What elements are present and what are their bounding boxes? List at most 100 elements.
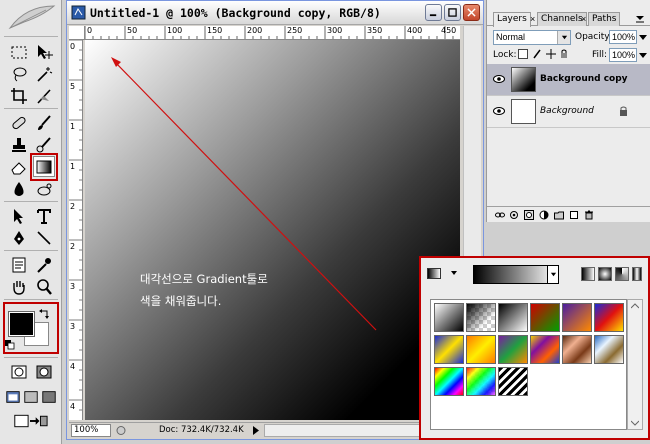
gradient-preset-yellow-violet-orange-blue[interactable]	[530, 335, 560, 364]
layer-row-background-copy[interactable]: Background copy	[487, 64, 650, 96]
gradient-preset-spectrum[interactable]	[434, 367, 464, 396]
gradient-preset-black-white-2[interactable]	[498, 303, 528, 332]
move-tool-icon[interactable]	[33, 41, 55, 62]
maximize-button[interactable]	[444, 4, 461, 21]
document-titlebar[interactable]: Untitled-1 @ 100% (Background copy, RGB/…	[67, 1, 483, 25]
gradient-preset-checker-fade[interactable]	[466, 303, 496, 332]
type-tool-icon[interactable]	[33, 205, 55, 226]
full-screen-menu-mode-icon[interactable]	[23, 386, 39, 407]
scroll-up-icon[interactable]	[631, 303, 639, 309]
pen-tool-icon[interactable]	[8, 227, 30, 248]
gradient-preset-black-white[interactable]	[434, 303, 464, 332]
link-layers-icon[interactable]	[495, 210, 505, 220]
gradient-preset-red-green[interactable]	[530, 303, 560, 332]
ruler-label: 4	[70, 402, 76, 411]
brush-tool-icon[interactable]	[33, 112, 55, 133]
eyedropper-tool-icon[interactable]	[33, 254, 55, 275]
gradient-preset-orange-yellow-orange[interactable]	[466, 335, 496, 364]
opacity-input[interactable]: 100%	[609, 30, 637, 44]
vertical-ruler[interactable]: 0 5 1 1 2 2 3 3 4 4	[69, 40, 83, 420]
ruler-origin[interactable]	[69, 26, 85, 40]
status-arrow-icon[interactable]	[252, 425, 260, 436]
marquee-tool-icon[interactable]	[8, 41, 30, 62]
tab-channels[interactable]: Channels	[537, 12, 587, 26]
horizontal-ruler[interactable]: 0 50 100 150 200 250 300 350 400 450	[85, 26, 460, 40]
magic-wand-tool-icon[interactable]	[33, 63, 55, 84]
panel-tabs: Layers × Channels × Paths	[487, 10, 650, 27]
visibility-eye-icon[interactable]	[493, 106, 505, 116]
lasso-tool-icon[interactable]	[8, 63, 30, 84]
fill-input[interactable]: 100%	[609, 48, 637, 62]
visibility-eye-icon[interactable]	[493, 74, 505, 84]
opacity-slider-icon[interactable]	[639, 33, 647, 41]
crop-tool-icon[interactable]	[8, 85, 30, 106]
gradient-dropdown-button[interactable]	[547, 265, 559, 284]
layer-mask-icon[interactable]	[524, 210, 534, 220]
blend-mode-select[interactable]: Normal	[493, 30, 571, 45]
dodge-tool-icon[interactable]	[33, 178, 55, 199]
gradient-preset-chrome[interactable]	[594, 335, 624, 364]
gradient-preset-violet-orange[interactable]	[562, 303, 592, 332]
toolbox-divider	[4, 201, 58, 202]
lock-all-icon[interactable]	[559, 49, 569, 59]
fill-slider-icon[interactable]	[639, 51, 647, 59]
status-menu-icon[interactable]	[115, 425, 127, 436]
tab-paths[interactable]: Paths	[588, 12, 621, 26]
tab-close-icon[interactable]: ×	[530, 14, 535, 24]
lock-transparency-icon[interactable]	[518, 49, 528, 59]
minimize-icon	[429, 14, 437, 17]
gradient-editor-bar[interactable]	[473, 265, 557, 284]
gradient-preset-blue-yellow-blue[interactable]	[434, 335, 464, 364]
history-brush-tool-icon[interactable]	[33, 134, 55, 155]
gradient-preset-transparent-rainbow[interactable]	[466, 367, 496, 396]
hand-tool-icon[interactable]	[8, 276, 30, 297]
zoom-level-field[interactable]: 100%	[71, 424, 111, 437]
path-selection-tool-icon[interactable]	[8, 205, 30, 226]
eraser-tool-icon[interactable]	[8, 156, 30, 177]
standard-screen-mode-icon[interactable]	[5, 386, 21, 407]
blur-tool-icon[interactable]	[8, 178, 30, 199]
slice-tool-icon[interactable]	[33, 85, 55, 106]
ruler-label: 3	[70, 322, 76, 331]
notes-tool-icon[interactable]	[8, 254, 30, 275]
zoom-tool-icon[interactable]	[33, 276, 55, 297]
image-canvas[interactable]	[85, 40, 460, 420]
feather-logo-icon[interactable]	[6, 2, 58, 32]
quick-mask-mode-icon[interactable]	[33, 361, 55, 382]
presets-scrollbar[interactable]	[627, 299, 643, 430]
linear-gradient-type-icon[interactable]	[581, 267, 595, 281]
lock-label: Lock:	[493, 50, 517, 60]
tab-close-icon[interactable]: ×	[581, 14, 586, 24]
gradient-preset-violet-green-orange[interactable]	[498, 335, 528, 364]
gradient-preset-transparent-stripes[interactable]	[498, 367, 528, 396]
full-screen-mode-icon[interactable]	[41, 386, 57, 407]
gradient-preset-copper[interactable]	[562, 335, 592, 364]
adjustment-layer-icon[interactable]	[539, 210, 549, 220]
reflected-gradient-type-icon[interactable]	[632, 267, 642, 281]
ruler-label: 2	[70, 242, 76, 251]
lock-position-icon[interactable]	[546, 49, 556, 59]
radial-gradient-type-icon[interactable]	[598, 267, 612, 281]
standard-mode-icon[interactable]	[8, 361, 30, 382]
line-tool-icon[interactable]	[33, 227, 55, 248]
new-layer-icon[interactable]	[569, 210, 579, 220]
healing-brush-tool-icon[interactable]	[8, 112, 30, 133]
delete-layer-icon[interactable]	[584, 210, 594, 220]
gradient-preset-blue-red-yellow[interactable]	[594, 303, 624, 332]
angle-gradient-type-icon[interactable]	[615, 267, 629, 281]
lock-image-icon[interactable]	[532, 49, 542, 59]
chevron-down-icon	[557, 31, 570, 44]
ruler-label: 0	[70, 42, 76, 51]
panel-menu-icon[interactable]	[635, 14, 645, 24]
close-button[interactable]	[463, 4, 480, 21]
jump-to-imageready-icon[interactable]	[8, 410, 52, 431]
chevron-down-icon[interactable]	[451, 271, 457, 275]
layer-row-background[interactable]: Background	[487, 96, 650, 128]
scroll-down-icon[interactable]	[631, 420, 639, 426]
layer-style-icon[interactable]	[509, 210, 519, 220]
gradient-preset-swatch[interactable]	[427, 268, 441, 279]
minimize-button[interactable]	[425, 4, 442, 21]
tab-layers[interactable]: Layers	[493, 12, 531, 27]
new-group-icon[interactable]	[554, 210, 564, 220]
clone-stamp-tool-icon[interactable]	[8, 134, 30, 155]
